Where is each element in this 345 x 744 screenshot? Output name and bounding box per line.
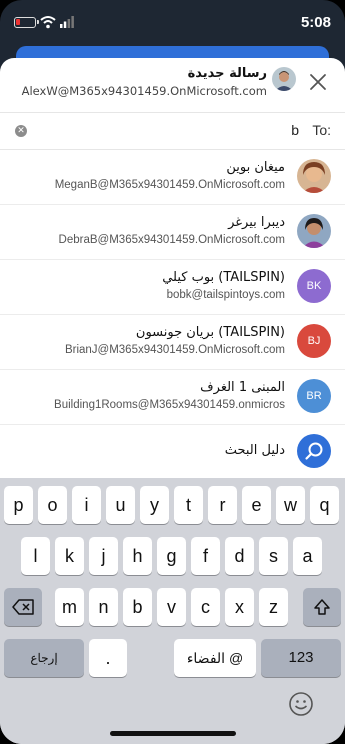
home-indicator	[110, 731, 236, 736]
contact-email: bobk@tailspintoys.com	[166, 289, 285, 301]
emoji-icon[interactable]	[288, 691, 314, 717]
contact-name: ميغان بوين	[226, 160, 285, 175]
battery-icon	[14, 17, 39, 28]
new-message-sheet: رسالة جديدة AlexW@M365x94301459.OnMicros…	[0, 58, 345, 744]
key-n[interactable]: n	[89, 588, 118, 626]
key-i[interactable]: i	[72, 486, 101, 524]
phone-screen: 5:08 رسالة جديدة AlexW@M365x94301459.OnM…	[0, 0, 345, 744]
key-t[interactable]: t	[174, 486, 203, 524]
key-a[interactable]: a	[293, 537, 322, 575]
list-item[interactable]: ميغان بوين MeganB@M365x94301459.OnMicros…	[0, 150, 345, 205]
key-r[interactable]: r	[208, 486, 237, 524]
avatar	[297, 159, 331, 193]
signal-icon	[60, 16, 74, 28]
contact-name: ديبرا بيرغر	[228, 215, 285, 230]
directory-search-item[interactable]: دليل البحث	[0, 425, 345, 480]
key-h[interactable]: h	[123, 537, 152, 575]
contact-email: MeganB@M365x94301459.OnMicrosoft.com	[54, 179, 285, 191]
avatar-initials: BR	[297, 379, 331, 413]
list-item[interactable]: BK بوب كيلي (TAILSPIN) bobk@tailspintoys…	[0, 260, 345, 315]
key-e[interactable]: e	[242, 486, 271, 524]
keyboard: p o i u y t r e w q l k j h g f d s a m …	[0, 478, 345, 744]
key-w[interactable]: w	[276, 486, 305, 524]
compose-header: رسالة جديدة AlexW@M365x94301459.OnMicros…	[0, 58, 345, 108]
key-z[interactable]: z	[259, 588, 288, 626]
to-label: To:	[312, 122, 331, 138]
contact-email: BrianJ@M365x94301459.OnMicrosoft.com	[64, 344, 285, 356]
sender-avatar	[272, 67, 296, 91]
status-bar: 5:08	[0, 0, 345, 44]
numbers-key[interactable]: 123	[261, 639, 341, 677]
key-p[interactable]: p	[4, 486, 33, 524]
key-s[interactable]: s	[259, 537, 288, 575]
key-x[interactable]: x	[225, 588, 254, 626]
to-field[interactable]: To: b ✕	[0, 112, 345, 150]
key-f[interactable]: f	[191, 537, 220, 575]
wifi-icon	[40, 16, 56, 29]
contact-name: بريان جونسون (TAILSPIN)	[135, 325, 285, 340]
key-d[interactable]: d	[225, 537, 254, 575]
avatar-initials: BJ	[297, 324, 331, 358]
key-v[interactable]: v	[157, 588, 186, 626]
key-y[interactable]: y	[140, 486, 169, 524]
key-o[interactable]: o	[38, 486, 67, 524]
contact-name: المبنى 1 الغرف	[200, 380, 285, 395]
key-c[interactable]: c	[191, 588, 220, 626]
delete-key[interactable]	[4, 588, 42, 626]
key-l[interactable]: l	[21, 537, 50, 575]
contact-email: DebraB@M365x94301459.OnMicrosoft.com	[58, 234, 285, 246]
shift-key[interactable]	[303, 588, 341, 626]
avatar	[297, 214, 331, 248]
key-j[interactable]: j	[89, 537, 118, 575]
compose-title: رسالة جديدة	[187, 66, 267, 81]
clock: 5:08	[300, 14, 331, 31]
search-icon	[297, 434, 331, 468]
sender-email: AlexW@M365x94301459.OnMicrosoft.com	[21, 84, 267, 98]
recipient-suggestions: ميغان بوين MeganB@M365x94301459.OnMicros…	[0, 150, 345, 480]
space-key[interactable]: الفضاء @	[174, 639, 256, 677]
enter-key[interactable]: إرجاع	[4, 639, 84, 677]
to-input[interactable]: b	[291, 122, 299, 138]
avatar-initials: BK	[297, 269, 331, 303]
key-k[interactable]: k	[55, 537, 84, 575]
period-key[interactable]: .	[89, 639, 127, 677]
key-g[interactable]: g	[157, 537, 186, 575]
key-b[interactable]: b	[123, 588, 152, 626]
contact-email: Building1Rooms@M365x94301459.onmicros	[54, 399, 285, 411]
clear-icon[interactable]: ✕	[15, 125, 27, 137]
list-item[interactable]: ديبرا بيرغر DebraB@M365x94301459.OnMicro…	[0, 205, 345, 260]
key-q[interactable]: q	[310, 486, 339, 524]
contact-name: بوب كيلي (TAILSPIN)	[162, 270, 285, 285]
directory-search-label: دليل البحث	[224, 443, 285, 458]
list-item[interactable]: BJ بريان جونسون (TAILSPIN) BrianJ@M365x9…	[0, 315, 345, 370]
key-m[interactable]: m	[55, 588, 84, 626]
list-item[interactable]: BR المبنى 1 الغرف Building1Rooms@M365x94…	[0, 370, 345, 425]
close-icon[interactable]	[306, 70, 330, 94]
key-u[interactable]: u	[106, 486, 135, 524]
